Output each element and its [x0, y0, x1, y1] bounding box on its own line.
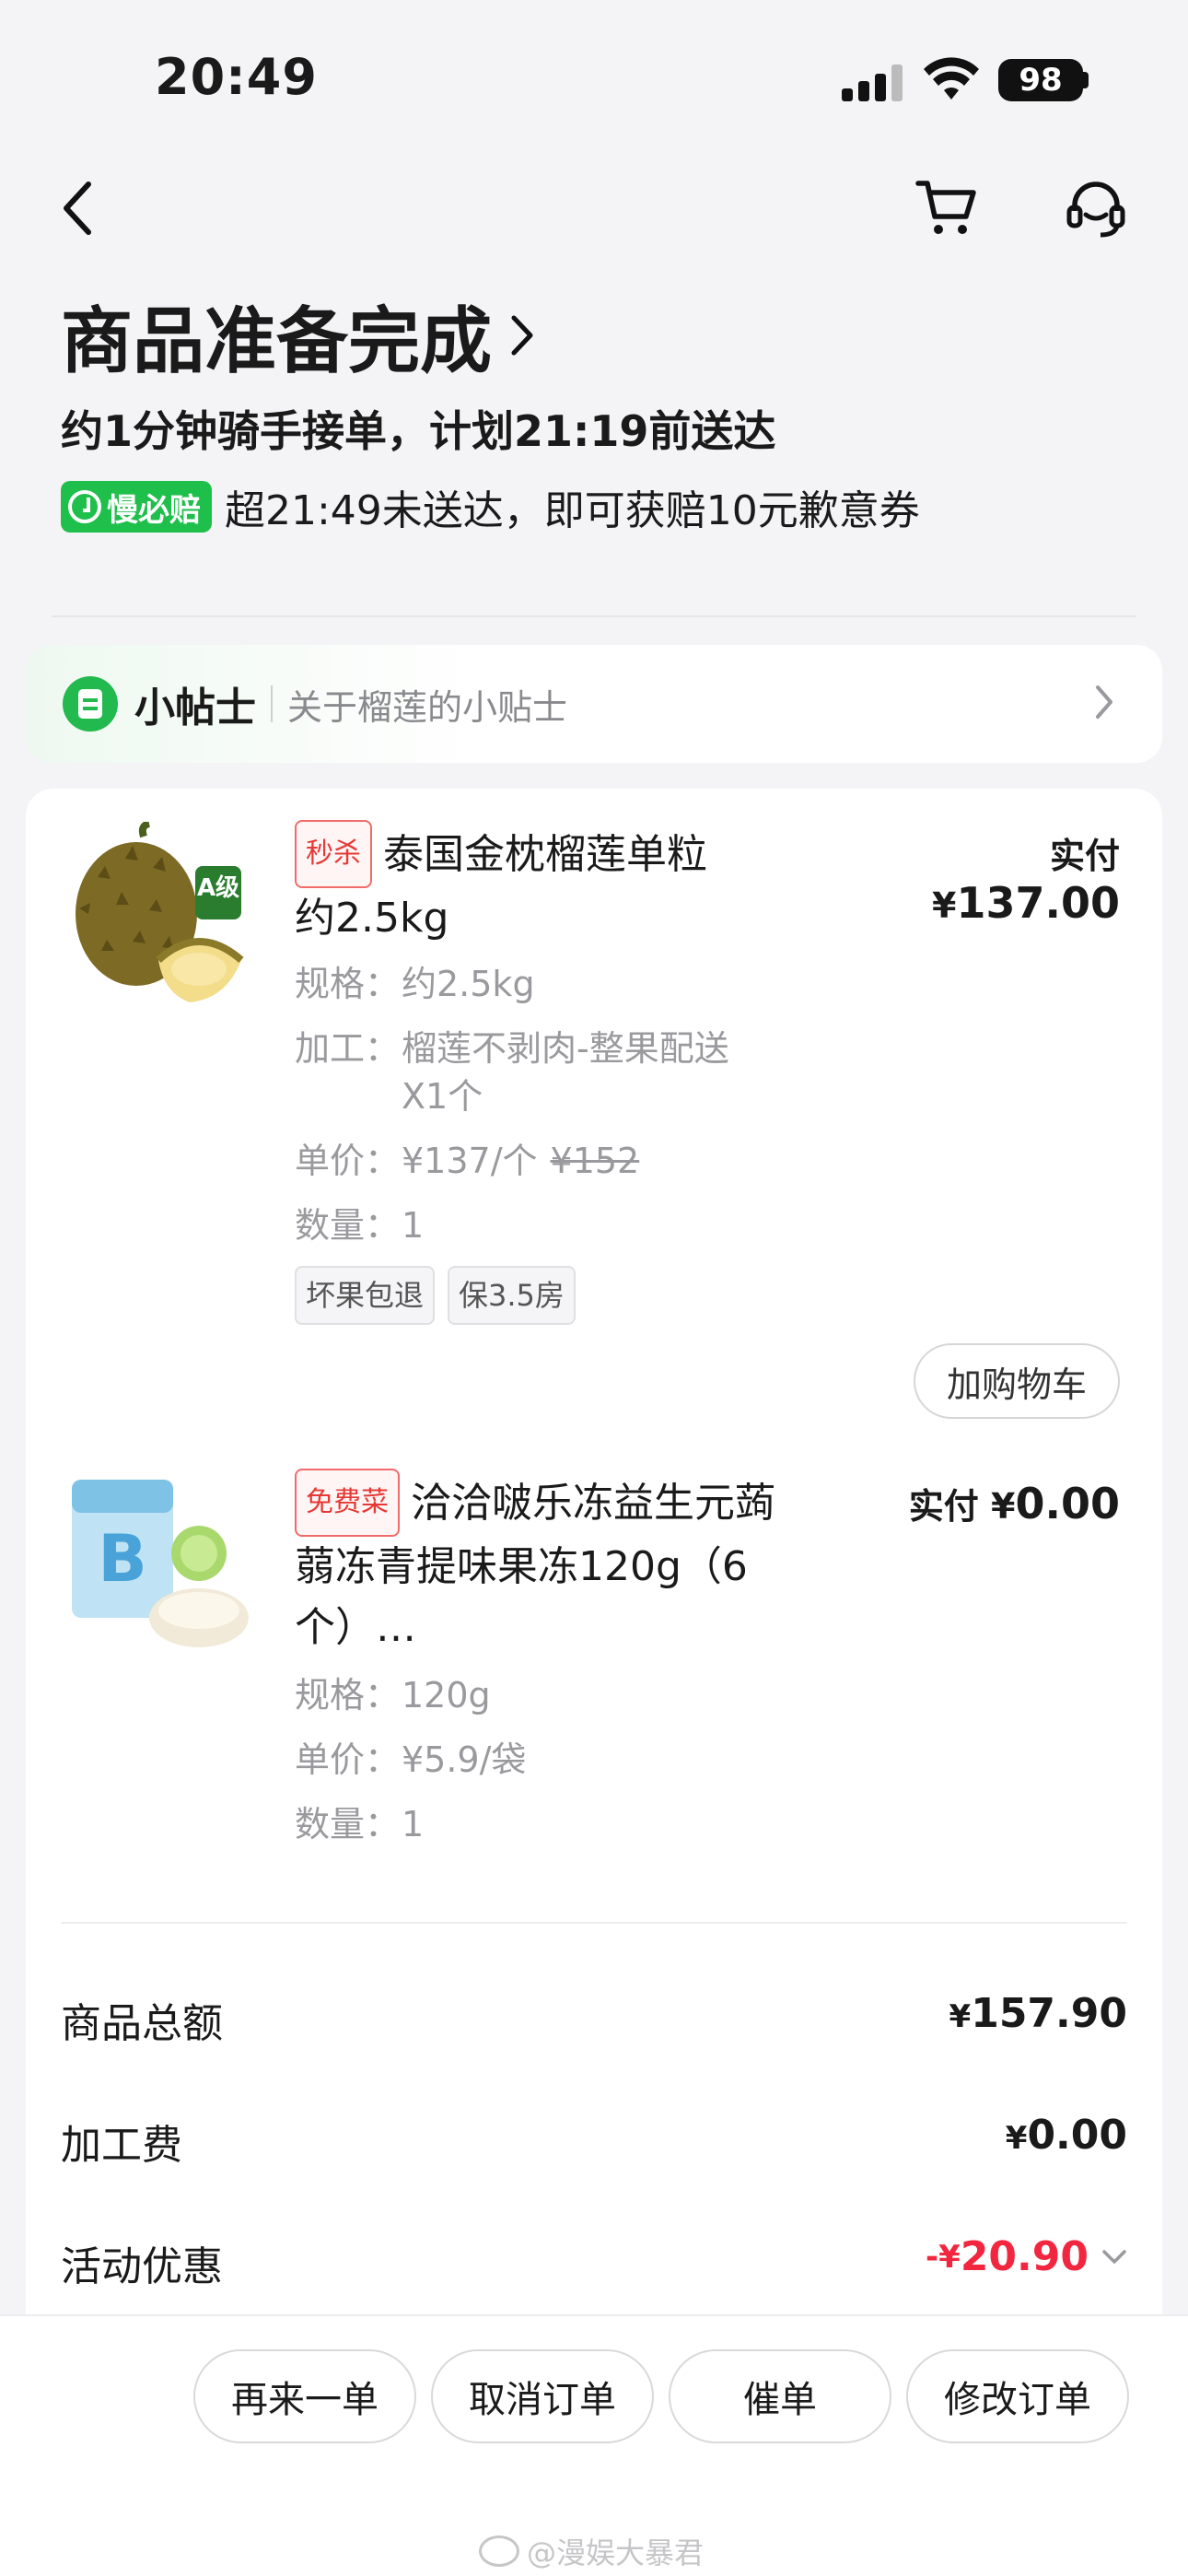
battery-indicator: 98: [998, 59, 1083, 101]
unit-price-row: 单价：¥5.9/袋: [295, 1736, 810, 1784]
paid-label: 实付: [1049, 836, 1120, 876]
divider: [61, 1922, 1127, 1924]
process-row-2: X1个: [295, 1072, 810, 1120]
spec-value: 约2.5kg: [402, 964, 535, 1004]
product-name-line3: 个）…: [295, 1604, 416, 1651]
product-name-line2: 蒻冻青提味果冻120g（6: [295, 1543, 748, 1590]
tips-banner[interactable]: 小帖士 关于榴莲的小贴士: [26, 645, 1162, 763]
processing-fee-label: 加工费: [61, 2122, 182, 2169]
free-item-tag: 免费菜: [295, 1469, 400, 1537]
unit-price-label: 单价：: [295, 1739, 401, 1780]
paid-label: 实付: [908, 1486, 979, 1527]
urge-order-button[interactable]: 催单: [669, 2349, 891, 2443]
spec-label: 规格：: [295, 1675, 401, 1715]
quantity-label: 数量：: [295, 1205, 401, 1246]
original-price: ¥152: [550, 1141, 640, 1181]
chevron-down-icon: [1102, 2249, 1126, 2264]
subtotal-label: 商品总额: [61, 2000, 223, 2047]
svg-text:B: B: [98, 1521, 146, 1597]
currency: ¥: [949, 1998, 972, 2035]
subtotal-amount: 157.90: [971, 1990, 1127, 2037]
spec-row: 规格：120g: [295, 1671, 810, 1719]
wifi-icon: [924, 57, 979, 100]
product-paid-price: 实付 ¥137.00: [856, 827, 1120, 928]
shopping-cart-icon[interactable]: [910, 171, 984, 245]
discount-amount: 20.90: [960, 2233, 1089, 2280]
order-status-title[interactable]: 商品准备完成: [61, 284, 536, 387]
spec-label: 规格：: [295, 964, 401, 1004]
add-to-cart-button[interactable]: 加购物车: [914, 1343, 1120, 1419]
quantity-value: 1: [402, 1205, 425, 1246]
divider: [52, 615, 1136, 617]
product-name-line1: 泰国金枕榴莲单粒: [383, 831, 707, 878]
flash-sale-tag: 秒杀: [295, 820, 372, 888]
watermark-text: @漫娱大暴君: [527, 2535, 705, 2570]
clock-icon: [68, 490, 101, 523]
process-quantity: X1个: [402, 1076, 483, 1117]
unit-price-label: 单价：: [295, 1141, 401, 1181]
process-value: 榴莲不剥肉-整果配送: [402, 1028, 729, 1069]
subtotal-value: ¥157.90: [829, 1990, 1127, 2037]
unit-price-value: ¥5.9/袋: [402, 1739, 527, 1780]
guarantee-text: 超21:49未送达，即可获赔10元歉意券: [225, 487, 920, 534]
back-chevron-icon[interactable]: [41, 171, 114, 245]
spec-row: 规格：约2.5kg: [295, 960, 810, 1008]
tips-title: 小帖士: [134, 685, 256, 732]
customer-service-headset-icon[interactable]: [1059, 171, 1133, 245]
product-paid-price: 实付 ¥0.00: [856, 1478, 1120, 1528]
paid-amount: 0.00: [1015, 1479, 1121, 1528]
notebook-icon: [63, 676, 118, 732]
currency: -¥: [926, 2238, 961, 2276]
quantity-label: 数量：: [295, 1804, 401, 1844]
tips-subtitle: 关于榴莲的小贴士: [287, 686, 568, 728]
delivery-eta: 约1分钟骑手接单，计划21:19前送达: [61, 406, 776, 456]
currency: ¥: [932, 885, 957, 926]
tips-separator: [271, 685, 273, 722]
chevron-right-icon: [1096, 685, 1112, 719]
status-time: 20:49: [155, 48, 318, 106]
product-name[interactable]: 免费菜 洽洽啵乐冻益生元蒟 蒻冻青提味果冻120g（6 个）…: [295, 1469, 829, 1658]
watermark: @漫娱大暴君: [479, 2530, 704, 2572]
discount-label: 活动优惠: [61, 2243, 223, 2290]
svg-text:A级: A级: [197, 873, 239, 902]
processing-fee-value: ¥0.00: [829, 2112, 1127, 2159]
product-name-line1: 洽洽啵乐冻益生元蒟: [411, 1480, 775, 1527]
durian-product-image[interactable]: A级: [61, 822, 254, 1015]
jelly-product-image[interactable]: B: [61, 1470, 254, 1655]
product-name[interactable]: 秒杀 泰国金枕榴莲单粒 约2.5kg: [295, 820, 810, 949]
guarantee-badge: 慢必赔: [61, 481, 212, 533]
weibo-logo-icon: [479, 2535, 519, 2567]
cellular-signal-icon: [842, 64, 903, 101]
process-row: 加工：榴莲不剥肉-整果配送: [295, 1025, 810, 1072]
service-tag: 保3.5房: [448, 1266, 576, 1325]
currency: ¥: [1005, 2120, 1028, 2157]
modify-order-button[interactable]: 修改订单: [906, 2349, 1129, 2443]
chevron-right-icon: [511, 315, 533, 356]
battery-tip: [1083, 72, 1089, 88]
reorder-button[interactable]: 再来一单: [193, 2349, 416, 2443]
processing-fee-amount: 0.00: [1027, 2112, 1127, 2159]
service-tag: 坏果包退: [295, 1266, 436, 1325]
late-guarantee[interactable]: 慢必赔 超21:49未送达，即可获赔10元歉意券: [61, 477, 920, 536]
spec-value: 120g: [402, 1675, 491, 1715]
unit-price-value: ¥137/个: [402, 1141, 538, 1181]
product-details: 规格：约2.5kg 加工：榴莲不剥肉-整果配送 X1个 单价：¥137/个 ¥15…: [295, 960, 810, 1325]
quantity-row: 数量：1: [295, 1201, 810, 1249]
service-tags: 坏果包退 保3.5房: [295, 1266, 810, 1325]
guarantee-badge-label: 慢必赔: [107, 491, 201, 529]
currency: ¥: [991, 1486, 1016, 1527]
process-label: 加工：: [295, 1028, 401, 1069]
unit-price-row: 单价：¥137/个 ¥152: [295, 1137, 810, 1185]
product-name-line2: 约2.5kg: [295, 895, 449, 942]
quantity-row: 数量：1: [295, 1800, 810, 1848]
quantity-value: 1: [402, 1804, 425, 1844]
cancel-order-button[interactable]: 取消订单: [431, 2349, 654, 2443]
paid-amount: 137.00: [956, 878, 1120, 928]
order-status-text: 商品准备完成: [61, 300, 493, 383]
discount-value[interactable]: -¥ 20.90: [792, 2233, 1127, 2280]
product-details: 规格：120g 单价：¥5.9/袋 数量：1: [295, 1671, 810, 1848]
